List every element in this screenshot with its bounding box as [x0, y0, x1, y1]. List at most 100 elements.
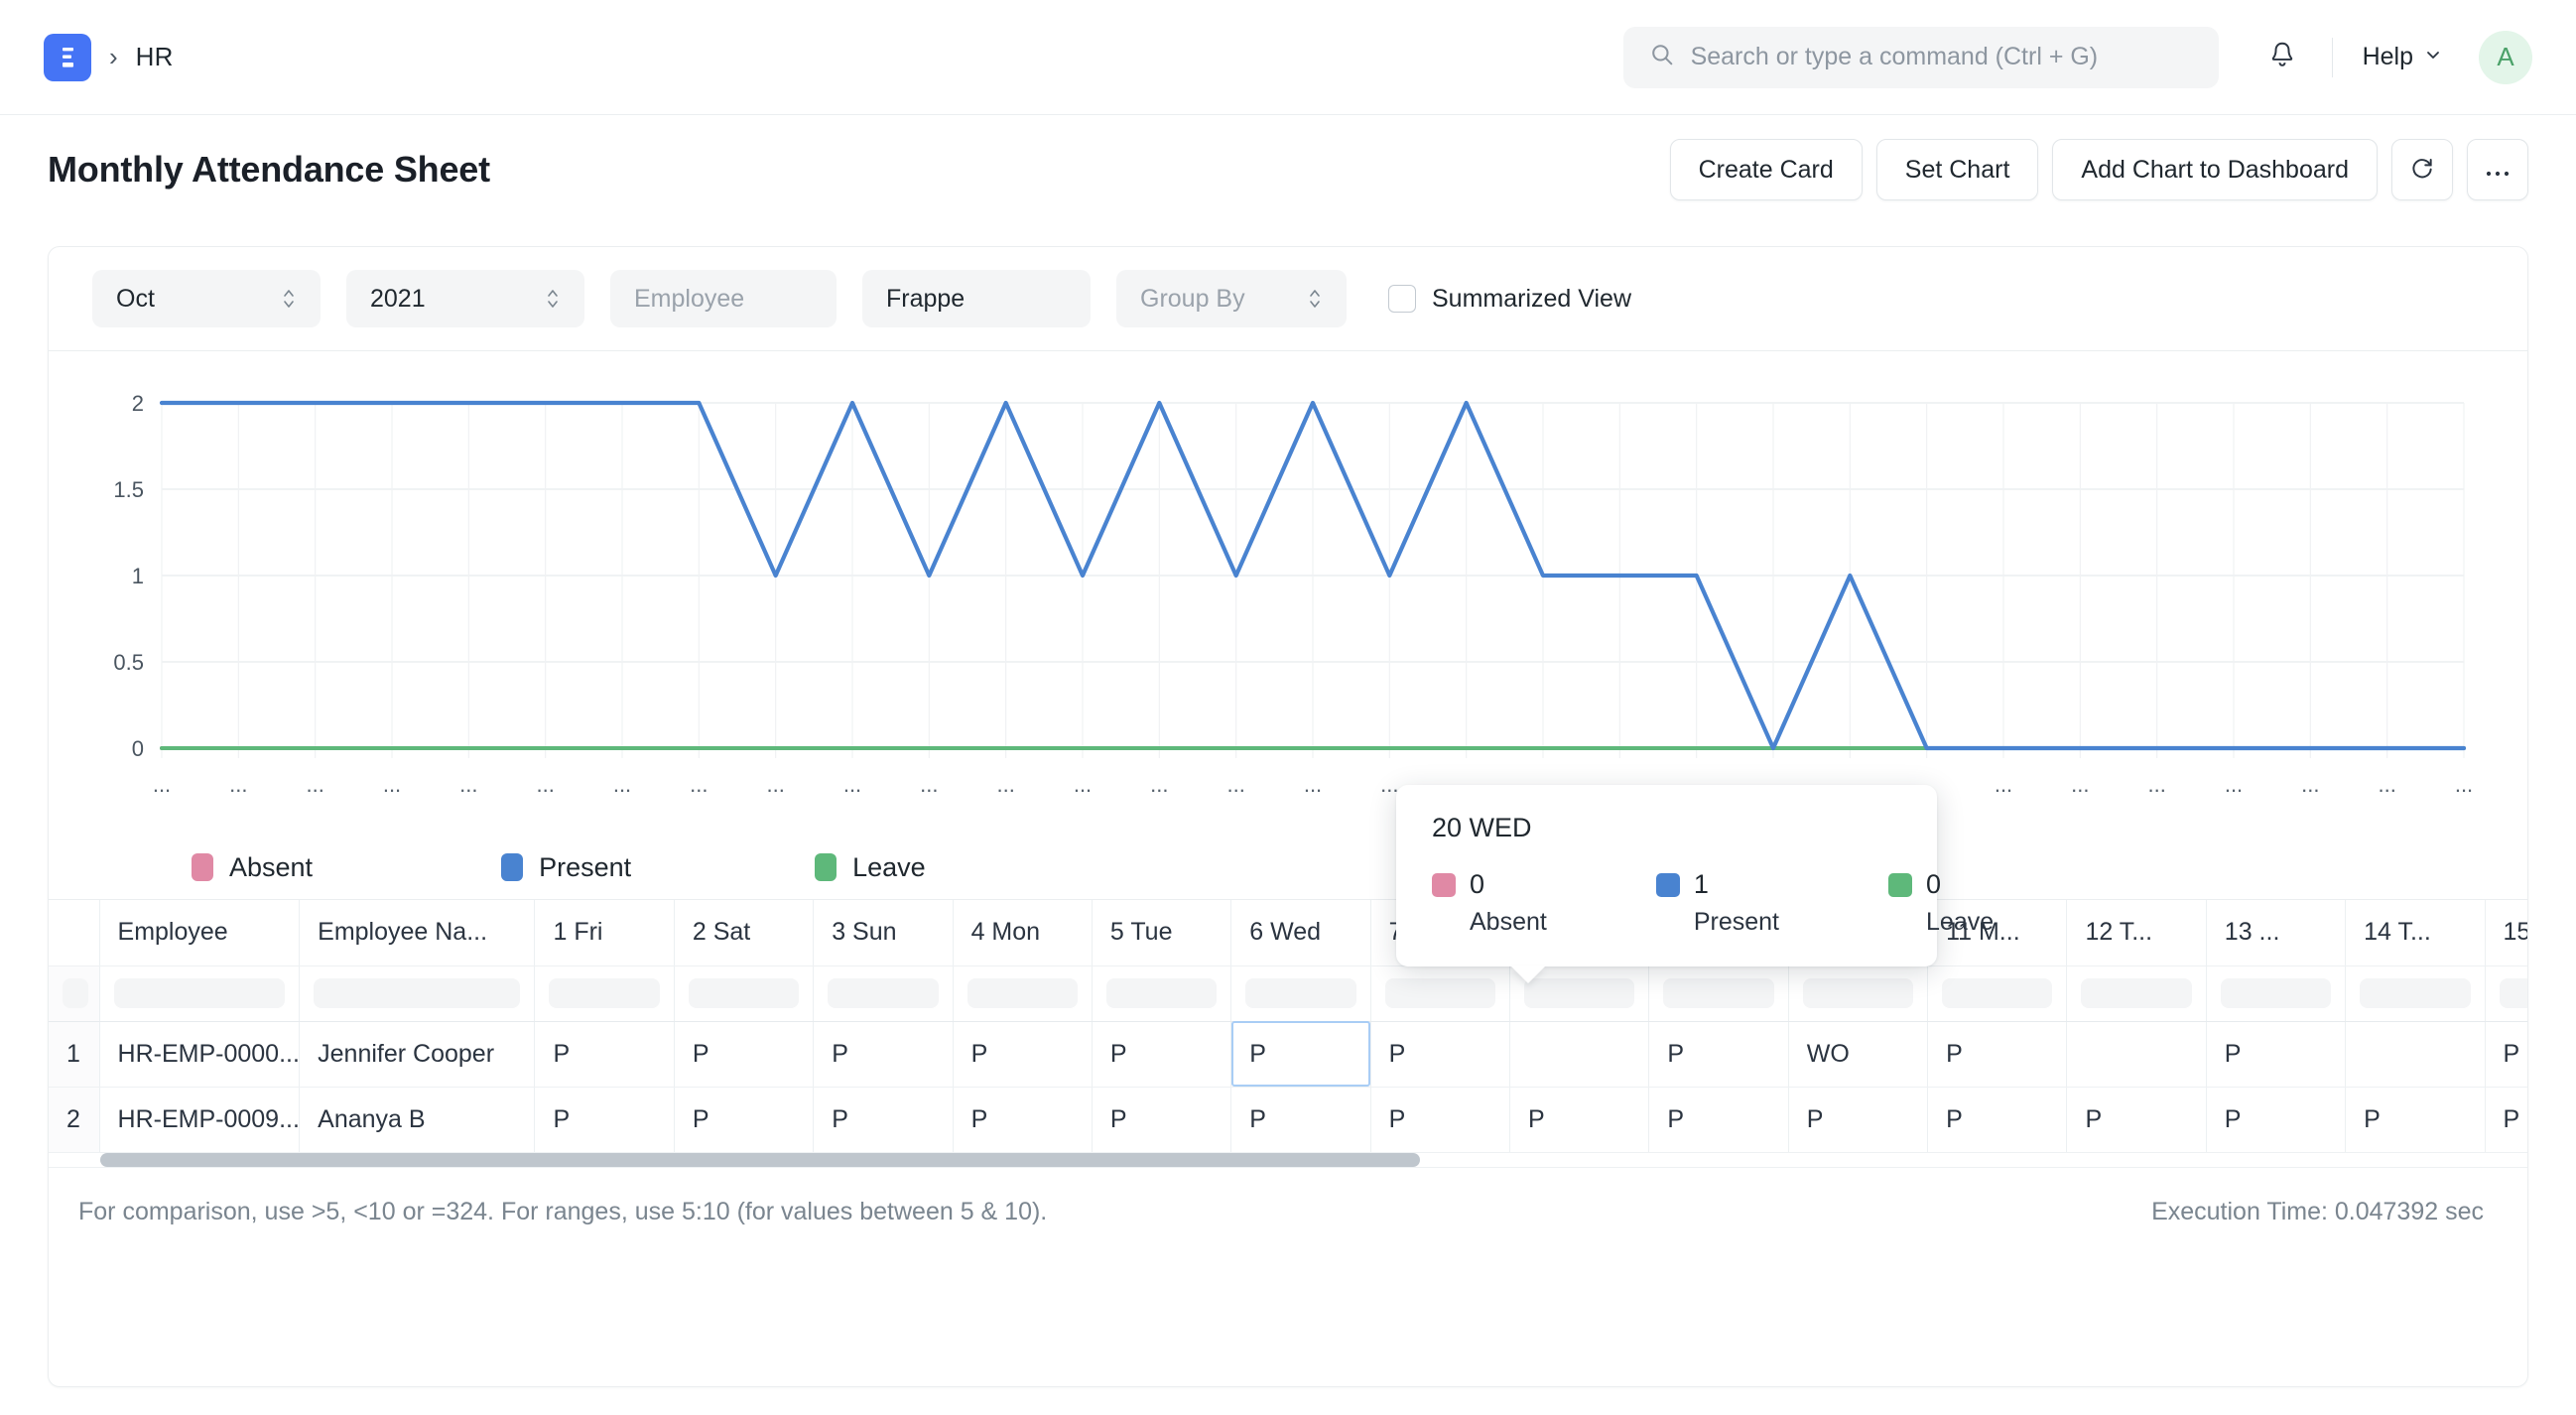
- table-cell[interactable]: P: [1092, 1021, 1230, 1087]
- column-filter-cell[interactable]: [2346, 965, 2485, 1021]
- table-cell[interactable]: P: [674, 1087, 813, 1152]
- table-cell[interactable]: P: [1928, 1087, 2067, 1152]
- column-filter-cell[interactable]: [1370, 965, 1509, 1021]
- create-card-button[interactable]: Create Card: [1670, 139, 1863, 200]
- table-cell[interactable]: [1510, 1021, 1649, 1087]
- column-filter-input[interactable]: [2360, 978, 2470, 1008]
- column-filter-input[interactable]: [967, 978, 1078, 1008]
- column-filter-input[interactable]: [1385, 978, 1495, 1008]
- column-filter-cell[interactable]: [674, 965, 813, 1021]
- column-filter-input[interactable]: [828, 978, 938, 1008]
- column-filter-cell[interactable]: [2485, 965, 2528, 1021]
- table-cell[interactable]: P: [1231, 1021, 1370, 1087]
- column-filter-cell[interactable]: [1788, 965, 1927, 1021]
- group-by-select[interactable]: Group By: [1116, 270, 1347, 327]
- column-filter-cell[interactable]: [1092, 965, 1230, 1021]
- more-options-button[interactable]: [2467, 139, 2528, 200]
- column-filter-cell[interactable]: [1649, 965, 1788, 1021]
- table-cell[interactable]: Jennifer Cooper: [300, 1021, 535, 1087]
- table-cell[interactable]: P: [953, 1021, 1092, 1087]
- column-filter-cell[interactable]: [535, 965, 674, 1021]
- column-header[interactable]: 4 Mon: [953, 900, 1092, 965]
- scrollbar-thumb[interactable]: [100, 1153, 1420, 1167]
- column-header[interactable]: 15 Fri: [2485, 900, 2528, 965]
- summarized-view-checkbox[interactable]: [1388, 285, 1416, 313]
- column-header[interactable]: 1 Fri: [535, 900, 674, 965]
- notifications-button[interactable]: [2254, 30, 2310, 85]
- table-cell[interactable]: P: [1510, 1087, 1649, 1152]
- table-cell[interactable]: P: [953, 1087, 1092, 1152]
- table-cell[interactable]: P: [814, 1021, 953, 1087]
- column-filter-input[interactable]: [1663, 978, 1773, 1008]
- table-cell[interactable]: [2067, 1021, 2206, 1087]
- table-cell[interactable]: [2346, 1021, 2485, 1087]
- column-filter-input[interactable]: [2221, 978, 2331, 1008]
- summarized-view-toggle[interactable]: Summarized View: [1388, 285, 1631, 314]
- column-header[interactable]: 3 Sun: [814, 900, 953, 965]
- table-cell[interactable]: P: [2206, 1021, 2345, 1087]
- avatar[interactable]: A: [2479, 31, 2532, 84]
- help-menu-button[interactable]: Help: [2355, 35, 2451, 79]
- column-filter-cell[interactable]: [300, 965, 535, 1021]
- table-cell[interactable]: P: [2206, 1087, 2345, 1152]
- table-row[interactable]: 1HR-EMP-0000...Jennifer CooperPPPPPPPPWO…: [49, 1021, 2528, 1087]
- legend-item-present[interactable]: Present: [501, 852, 631, 883]
- table-cell[interactable]: P: [2346, 1087, 2485, 1152]
- column-filter-input[interactable]: [1106, 978, 1217, 1008]
- horizontal-scrollbar[interactable]: [49, 1153, 2527, 1167]
- column-filter-cell[interactable]: [953, 965, 1092, 1021]
- column-filter-input[interactable]: [689, 978, 799, 1008]
- month-select[interactable]: Oct: [92, 270, 321, 327]
- column-filter-input[interactable]: [1245, 978, 1355, 1008]
- table-cell[interactable]: P: [1370, 1021, 1509, 1087]
- legend-item-absent[interactable]: Absent: [192, 852, 313, 883]
- column-filter-cell[interactable]: [1231, 965, 1370, 1021]
- column-filter-cell[interactable]: [99, 965, 300, 1021]
- table-cell[interactable]: P: [1370, 1087, 1509, 1152]
- column-filter-cell[interactable]: [1928, 965, 2067, 1021]
- legend-item-leave[interactable]: Leave: [815, 852, 926, 883]
- column-filter-cell[interactable]: [2067, 965, 2206, 1021]
- column-filter-input[interactable]: [1803, 978, 1913, 1008]
- table-cell[interactable]: P: [1231, 1087, 1370, 1152]
- table-cell[interactable]: P: [2485, 1021, 2528, 1087]
- column-filter-input[interactable]: [114, 978, 286, 1008]
- table-cell[interactable]: P: [2067, 1087, 2206, 1152]
- table-cell[interactable]: P: [674, 1021, 813, 1087]
- table-cell[interactable]: P: [1928, 1021, 2067, 1087]
- company-filter-input[interactable]: Frappe: [862, 270, 1091, 327]
- column-header[interactable]: 6 Wed: [1231, 900, 1370, 965]
- employee-filter-input[interactable]: Employee: [610, 270, 837, 327]
- column-filter-input[interactable]: [549, 978, 659, 1008]
- table-cell[interactable]: P: [814, 1087, 953, 1152]
- table-cell[interactable]: P: [535, 1087, 674, 1152]
- column-header[interactable]: 5 Tue: [1092, 900, 1230, 965]
- column-filter-input[interactable]: [2500, 978, 2528, 1008]
- refresh-button[interactable]: [2391, 139, 2453, 200]
- search-input[interactable]: Search or type a command (Ctrl + G): [1623, 27, 2219, 88]
- table-cell[interactable]: P: [535, 1021, 674, 1087]
- breadcrumb-item-hr[interactable]: HR: [136, 42, 174, 72]
- table-cell[interactable]: P: [2485, 1087, 2528, 1152]
- add-chart-to-dashboard-button[interactable]: Add Chart to Dashboard: [2052, 139, 2378, 200]
- table-cell[interactable]: HR-EMP-0000...: [99, 1021, 300, 1087]
- column-filter-input[interactable]: [1942, 978, 2052, 1008]
- table-cell[interactable]: Ananya B: [300, 1087, 535, 1152]
- table-cell[interactable]: P: [1649, 1087, 1788, 1152]
- column-filter-input[interactable]: [63, 978, 88, 1008]
- table-cell[interactable]: HR-EMP-0009...: [99, 1087, 300, 1152]
- column-filter-cell[interactable]: [2206, 965, 2345, 1021]
- column-header[interactable]: 13 ...: [2206, 900, 2345, 965]
- column-filter-input[interactable]: [314, 978, 520, 1008]
- table-cell[interactable]: P: [1649, 1021, 1788, 1087]
- column-filter-cell[interactable]: [814, 965, 953, 1021]
- column-header[interactable]: Employee Na...: [300, 900, 535, 965]
- table-cell[interactable]: P: [1092, 1087, 1230, 1152]
- column-header[interactable]: 2 Sat: [674, 900, 813, 965]
- table-cell[interactable]: P: [1788, 1087, 1927, 1152]
- column-header[interactable]: 14 T...: [2346, 900, 2485, 965]
- table-row[interactable]: 2HR-EMP-0009...Ananya BPPPPPPPPPPPPPPP: [49, 1087, 2528, 1152]
- column-header[interactable]: 12 T...: [2067, 900, 2206, 965]
- set-chart-button[interactable]: Set Chart: [1876, 139, 2039, 200]
- year-select[interactable]: 2021: [346, 270, 584, 327]
